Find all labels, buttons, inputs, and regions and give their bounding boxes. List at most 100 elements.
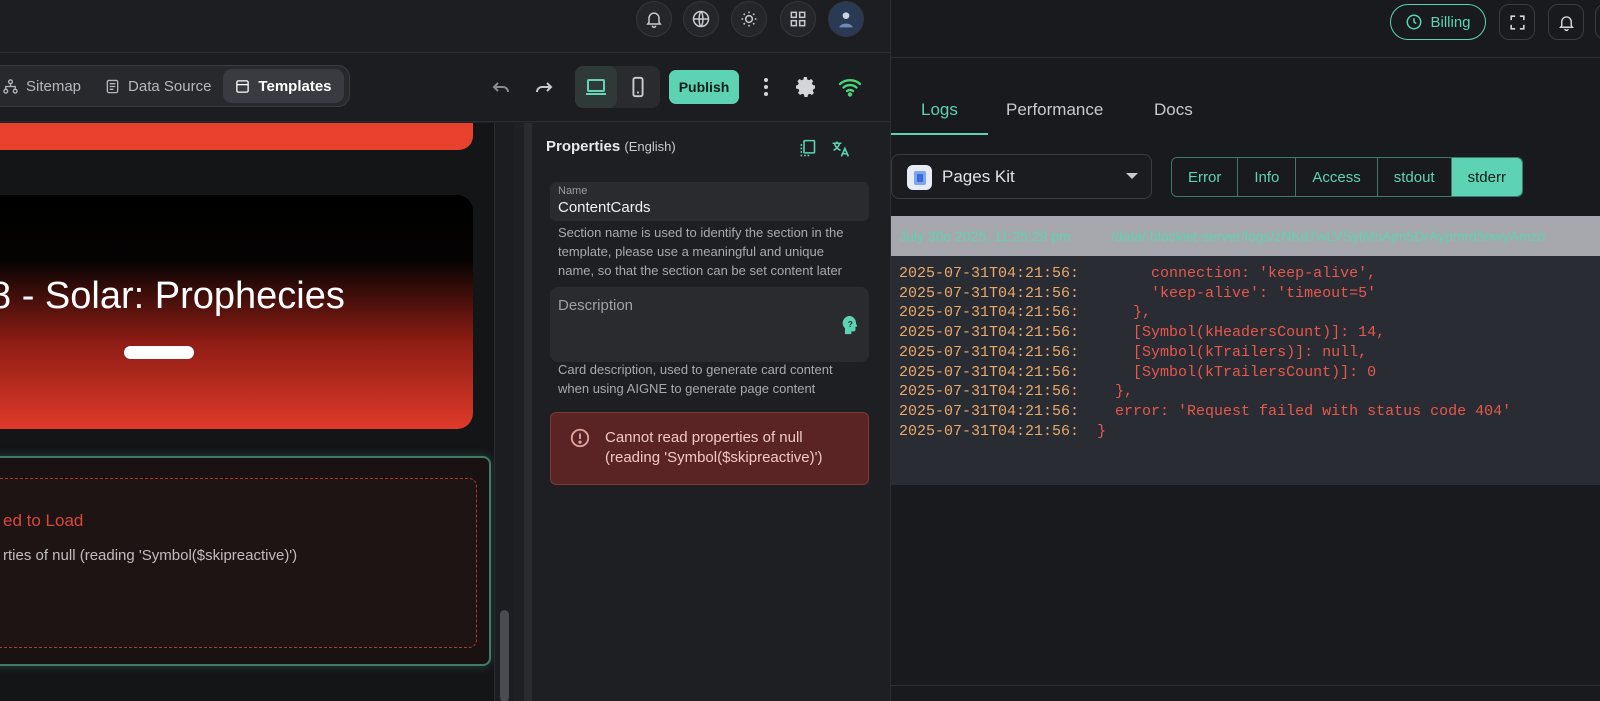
ai-assist-icon[interactable]: ? (839, 314, 861, 336)
avatar[interactable] (828, 1, 864, 37)
name-field[interactable]: Name ContentCards (550, 182, 869, 221)
canvas-scrollbar[interactable] (494, 123, 514, 701)
wifi-icon[interactable] (834, 71, 866, 103)
more-vertical-icon[interactable] (750, 71, 782, 103)
page-editor: Sitemap Data Source Templates Publish 8 … (0, 0, 890, 701)
notification-bell-icon[interactable] (1548, 4, 1584, 40)
log-timestamp: 2025-07-31T04:21:56: (899, 265, 1080, 282)
canvas-scroll-thumb[interactable] (500, 610, 509, 701)
section-card-top (0, 123, 473, 150)
log-message: [Symbol(kTrailers)]: null, (1079, 343, 1368, 361)
billing-label: Billing (1430, 13, 1471, 31)
log-line: 2025-07-31T04:21:56: connection: 'keep-a… (899, 264, 1511, 284)
log-timestamp: 2025-07-31T04:21:56: (899, 363, 1080, 381)
log-timestamp: 2025-07-31T04:21:56: (899, 343, 1080, 361)
load-error-title: ed to Load (3, 511, 84, 530)
properties-panel: Properties (English) Name ContentCards S… (533, 123, 890, 701)
laptop-icon (586, 79, 606, 95)
log-message: } (1079, 422, 1107, 440)
log-message: connection: 'keep-alive', (1079, 265, 1377, 282)
log-timestamp: 2025-07-31T04:21:56: (899, 324, 1080, 342)
logs-panel: Billing Logs Performance Docs Pages Kit (890, 0, 1600, 701)
editor-toolbar: Sitemap Data Source Templates Publish (0, 53, 890, 122)
tab-logs[interactable]: Logs (921, 100, 958, 120)
hero-button (124, 346, 194, 359)
panel-splitter[interactable] (524, 123, 532, 701)
database-icon (106, 79, 119, 93)
svg-text:?: ? (848, 320, 853, 329)
pages-kit-icon (907, 165, 932, 190)
editor-topbar (0, 0, 890, 53)
mobile-view-button[interactable] (617, 66, 659, 108)
description-placeholder: Description (558, 297, 634, 314)
clock-icon (1406, 14, 1422, 30)
log-line: 2025-07-31T04:21:56: }, (899, 303, 1511, 323)
tab-data-source[interactable]: Data Source (93, 69, 223, 103)
load-error-message: rties of null (reading 'Symbol($skipreac… (3, 547, 298, 564)
tab-data-source-label: Data Source (128, 77, 212, 95)
load-error-box: ed to Load rties of null (reading 'Symbo… (0, 478, 477, 648)
error-alert-message: Cannot read properties of null (reading … (605, 429, 823, 466)
content-cards-section[interactable]: ed to Load rties of null (reading 'Symbo… (0, 456, 491, 666)
log-level-toggle: Error Info Access stdout stderr (1171, 157, 1523, 197)
level-info-button[interactable]: Info (1238, 158, 1297, 196)
sun-icon[interactable] (731, 1, 767, 37)
sitemap-icon (3, 78, 18, 94)
log-message: 'keep-alive': 'timeout=5' (1079, 284, 1377, 302)
tab-performance[interactable]: Performance (1006, 100, 1103, 120)
translate-icon[interactable] (827, 135, 853, 161)
bell-icon[interactable] (636, 1, 672, 37)
log-source-label: Pages Kit (942, 167, 1015, 186)
level-stderr-button[interactable]: stderr (1451, 158, 1522, 196)
tab-sitemap[interactable]: Sitemap (0, 69, 93, 103)
undo-icon[interactable] (485, 71, 517, 103)
log-message: [Symbol(kTrailersCount)]: 0 (1079, 363, 1377, 381)
log-line: 2025-07-31T04:21:56: } (899, 422, 1511, 442)
app-window: Sitemap Data Source Templates Publish 8 … (0, 0, 1600, 701)
properties-title: Properties (English) (546, 138, 676, 155)
billing-button[interactable]: Billing (1390, 4, 1486, 40)
name-field-value: ContentCards (558, 199, 651, 216)
copy-icon[interactable] (794, 135, 820, 161)
description-field[interactable]: Description ? (550, 287, 869, 362)
more-icon[interactable] (1595, 4, 1600, 40)
chevron-down-icon (1126, 173, 1138, 179)
tab-templates-label: Templates (258, 77, 332, 95)
log-line: 2025-07-31T04:21:56: }, (899, 382, 1511, 402)
log-file-header: July 30o 2025, 11:25:29 pm /data/.blockl… (891, 216, 1600, 256)
template-icon (236, 79, 250, 93)
gear-icon[interactable] (790, 71, 822, 103)
log-line: 2025-07-31T04:21:56: error: 'Request fai… (899, 402, 1511, 422)
nav-tabs: Sitemap Data Source Templates (0, 65, 350, 107)
log-message: }, (1079, 304, 1152, 322)
publish-button[interactable]: Publish (669, 70, 739, 104)
tab-templates[interactable]: Templates (223, 69, 344, 103)
log-output[interactable]: July 30o 2025, 11:25:29 pm /data/.blockl… (891, 216, 1600, 485)
log-timestamp: 2025-07-31T04:21:56: (899, 422, 1080, 440)
log-line: 2025-07-31T04:21:56: 'keep-alive': 'time… (899, 284, 1511, 304)
tab-docs[interactable]: Docs (1154, 100, 1193, 120)
redo-icon[interactable] (528, 71, 560, 103)
hero-section[interactable]: 8 - Solar: Prophecies (0, 195, 473, 429)
tab-sitemap-label: Sitemap (26, 77, 82, 95)
preview-canvas[interactable]: 8 - Solar: Prophecies ed to Load rties o… (0, 123, 514, 701)
fullscreen-icon[interactable] (1499, 4, 1535, 40)
desktop-view-button[interactable] (575, 66, 617, 108)
level-access-button[interactable]: Access (1296, 158, 1378, 196)
divider (891, 685, 1600, 686)
level-stdout-button[interactable]: stdout (1377, 158, 1452, 196)
log-timestamp: 2025-07-31T04:21:56: (899, 284, 1080, 302)
description-help-text: Card description, used to generate card … (558, 362, 833, 396)
log-line: 2025-07-31T04:21:56: [Symbol(kHeadersCou… (899, 323, 1511, 343)
grid-icon[interactable] (780, 1, 816, 37)
properties-title-text: Properties (546, 138, 621, 155)
log-lines: 2025-07-31T04:21:56: connection: 'keep-a… (899, 264, 1511, 441)
log-line: 2025-07-31T04:21:56: [Symbol(kTrailersCo… (899, 363, 1511, 383)
log-source-select[interactable]: Pages Kit (891, 154, 1152, 199)
globe-icon[interactable] (683, 1, 719, 37)
phone-icon (632, 76, 644, 98)
level-error-button[interactable]: Error (1172, 158, 1239, 196)
log-line: 2025-07-31T04:21:56: [Symbol(kTrailers)]… (899, 343, 1511, 363)
error-circle-icon (569, 427, 591, 449)
logs-tabs: Logs Performance Docs (891, 92, 1600, 138)
